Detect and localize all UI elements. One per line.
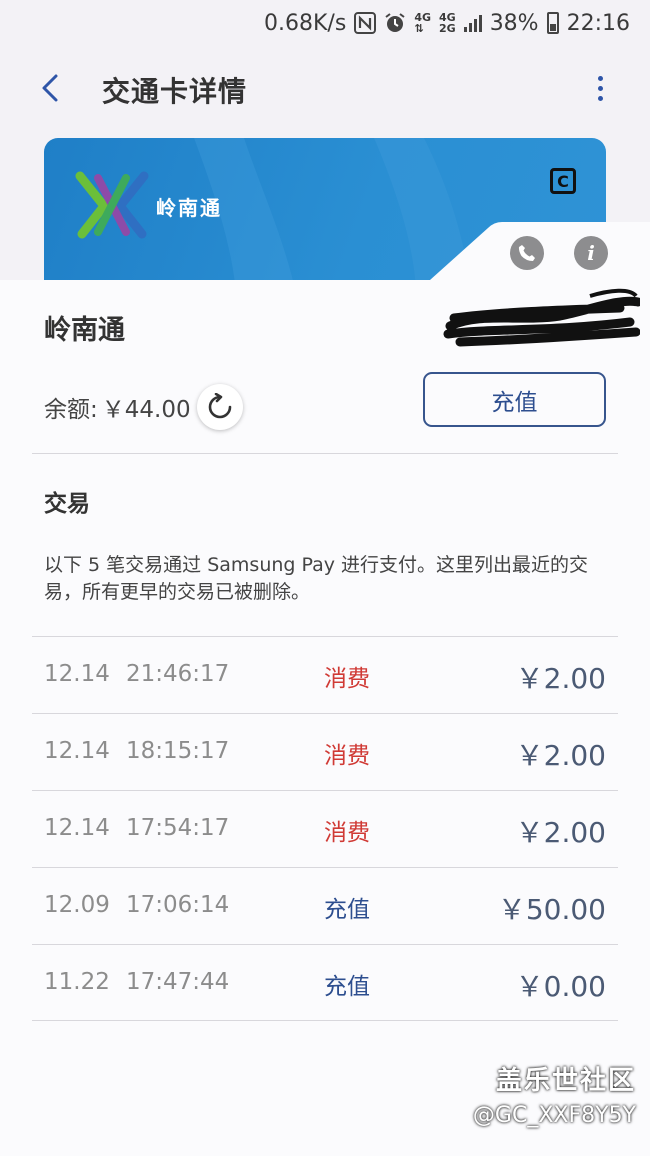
info-icon: i: [587, 241, 595, 265]
transaction-row[interactable]: 12.09 17:06:14 充值 ￥50.00: [32, 867, 618, 944]
signal-icon: [463, 14, 482, 32]
transaction-date: 12.14: [44, 738, 110, 764]
transaction-time: 17:06:14: [126, 892, 230, 918]
transaction-row[interactable]: 12.14 17:54:17 消费 ￥2.00: [32, 790, 618, 867]
network-4g-indicator: 4G ⇅: [414, 12, 431, 34]
transaction-date: 12.14: [44, 661, 110, 687]
transaction-amount: ￥2.00: [515, 739, 606, 772]
page-title: 交通卡详情: [102, 75, 248, 108]
status-bar: 0.68K/s 4G ⇅ 4G 2G 38% 22:16: [0, 0, 650, 46]
divider: [32, 453, 618, 454]
balance-value: ￥44.00: [101, 397, 191, 423]
topup-button[interactable]: 充值: [423, 372, 606, 427]
transaction-amount: ￥2.00: [515, 662, 606, 695]
refresh-icon: [208, 393, 231, 419]
watermark: 盖乐世社区 @GC_XXF8Y5Y: [473, 1060, 636, 1128]
balance-label: 余额:: [44, 397, 98, 423]
arrows-icon: ⇅: [414, 22, 424, 35]
transaction-type: 充值: [324, 974, 370, 1000]
refresh-balance-button[interactable]: [196, 384, 243, 430]
transaction-row[interactable]: 12.14 21:46:17 消费 ￥2.00: [32, 636, 618, 713]
network-secondary-indicator: 4G 2G: [439, 12, 456, 34]
transaction-type: 消费: [324, 743, 370, 769]
more-options-button[interactable]: [590, 70, 610, 106]
transaction-amount: ￥0.00: [515, 970, 606, 1003]
watermark-handle: @GC_XXF8Y5Y: [472, 1103, 636, 1128]
phone-button[interactable]: [510, 236, 544, 270]
watermark-title: 盖乐世社区: [495, 1066, 636, 1096]
transaction-date: 12.14: [44, 815, 110, 841]
screen: 0.68K/s 4G ⇅ 4G 2G 38% 22:16 交通卡详情 岭南通 C…: [0, 0, 650, 1156]
transaction-time: 21:46:17: [126, 661, 230, 687]
card-title: 岭南通: [44, 315, 125, 346]
details-sheet: i 岭南通 余额: ￥44.00 充值 交易 以下 5 笔交易通过 Samsun…: [0, 222, 650, 1156]
c-badge-icon: C: [550, 168, 576, 194]
redaction-scribble: [443, 288, 640, 347]
transaction-row[interactable]: 11.22 17:47:44 充值 ￥0.00: [32, 944, 618, 1021]
network-speed: 0.68K/s: [264, 10, 347, 36]
alarm-icon: [385, 13, 405, 32]
transaction-amount: ￥2.00: [515, 816, 606, 849]
sheet-actions: i: [510, 236, 608, 270]
transaction-amount: ￥50.00: [497, 893, 606, 926]
transaction-type: 消费: [324, 666, 370, 692]
transaction-type: 充值: [324, 897, 370, 923]
transaction-list: 12.14 21:46:17 消费 ￥2.00 12.14 18:15:17 消…: [32, 636, 618, 1021]
more-vertical-icon: [597, 75, 603, 81]
transaction-type: 消费: [324, 820, 370, 846]
card-brand-name: 岭南通: [156, 196, 222, 220]
phone-icon: [518, 245, 535, 261]
transaction-time: 17:47:44: [126, 969, 230, 995]
transaction-row[interactable]: 12.14 18:15:17 消费 ￥2.00: [32, 713, 618, 790]
transaction-time: 18:15:17: [126, 738, 230, 764]
battery-percent: 38%: [489, 10, 539, 36]
app-header: 交通卡详情: [0, 60, 650, 116]
back-button[interactable]: [34, 70, 70, 106]
clock: 22:16: [566, 10, 630, 36]
transaction-date: 12.09: [44, 892, 110, 918]
network-type-fallback: 2G: [439, 22, 456, 35]
chevron-left-icon: [42, 74, 58, 102]
battery-icon: [546, 12, 559, 34]
transactions-heading: 交易: [44, 491, 90, 517]
nfc-icon: [354, 12, 377, 34]
balance-row: 余额: ￥44.00: [44, 384, 243, 430]
transaction-time: 17:54:17: [126, 815, 230, 841]
transactions-description: 以下 5 笔交易通过 Samsung Pay 进行支付。这里列出最近的交易，所有…: [44, 554, 589, 603]
info-button[interactable]: i: [574, 236, 608, 270]
transaction-date: 11.22: [44, 969, 110, 995]
